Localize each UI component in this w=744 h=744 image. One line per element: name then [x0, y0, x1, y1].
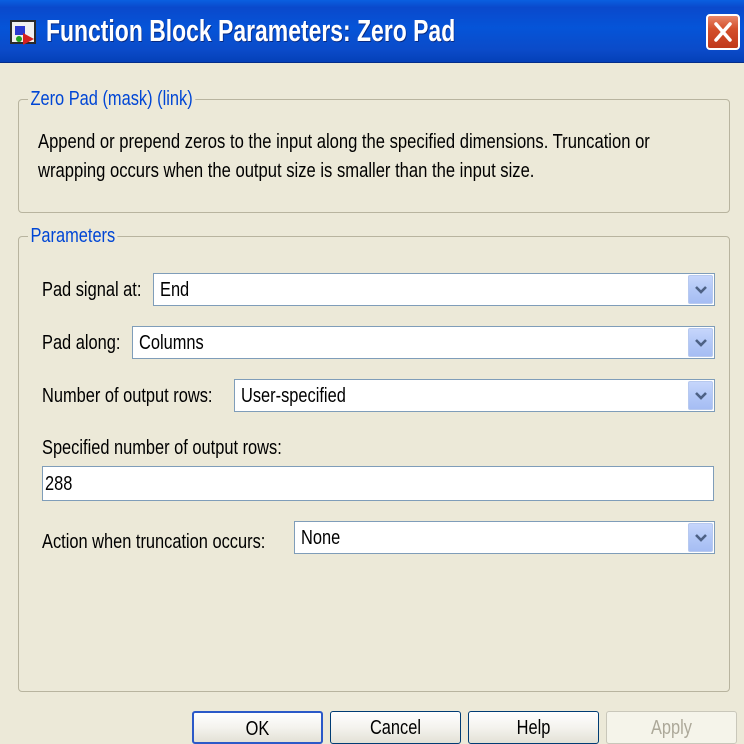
pad-signal-at-value: End [160, 279, 190, 301]
specified-rows-value: 288 [45, 473, 73, 495]
mask-group-legend: Zero Pad (mask) (link) [28, 87, 196, 111]
pad-along-value: Columns [139, 332, 204, 354]
number-of-output-rows-dropdown[interactable]: User-specified [234, 379, 715, 412]
ok-button-label: OK [245, 718, 270, 740]
apply-button[interactable]: Apply [606, 711, 737, 744]
truncation-action-value: None [301, 527, 341, 549]
chevron-down-icon[interactable] [688, 523, 713, 552]
pad-signal-at-label: Pad signal at: [42, 279, 142, 301]
pad-along-dropdown[interactable]: Columns [132, 326, 715, 359]
window-title: Function Block Parameters: Zero Pad [46, 13, 456, 48]
dialog-window: Function Block Parameters: Zero Pad Zero… [0, 0, 744, 744]
mask-description: Append or prepend zeros to the input alo… [38, 128, 719, 186]
simulink-block-icon [10, 19, 38, 47]
description-line: Append or prepend zeros to the input alo… [38, 131, 650, 153]
truncation-action-dropdown[interactable]: None [294, 521, 715, 554]
cancel-button[interactable]: Cancel [330, 711, 461, 744]
close-icon [714, 22, 732, 42]
title-bar[interactable]: Function Block Parameters: Zero Pad [0, 0, 744, 63]
chevron-down-icon[interactable] [688, 275, 713, 304]
number-of-output-rows-label: Number of output rows: [42, 385, 213, 407]
chevron-down-icon[interactable] [688, 381, 713, 410]
specified-rows-input[interactable]: 288 [42, 466, 714, 501]
number-of-output-rows-value: User-specified [241, 385, 346, 407]
pad-along-label: Pad along: [42, 332, 121, 354]
description-line: wrapping occurs when the output size is … [38, 160, 535, 182]
apply-button-label: Apply [650, 717, 693, 739]
pad-signal-at-dropdown[interactable]: End [153, 273, 715, 306]
chevron-down-icon[interactable] [688, 328, 713, 357]
help-button-label: Help [516, 717, 551, 739]
close-button[interactable] [706, 14, 740, 50]
specified-rows-label: Specified number of output rows: [42, 437, 282, 459]
cancel-button-label: Cancel [369, 717, 422, 739]
parameters-group-legend: Parameters [28, 224, 118, 248]
truncation-action-label: Action when truncation occurs: [42, 531, 266, 553]
ok-button[interactable]: OK [192, 711, 323, 744]
help-button[interactable]: Help [468, 711, 599, 744]
